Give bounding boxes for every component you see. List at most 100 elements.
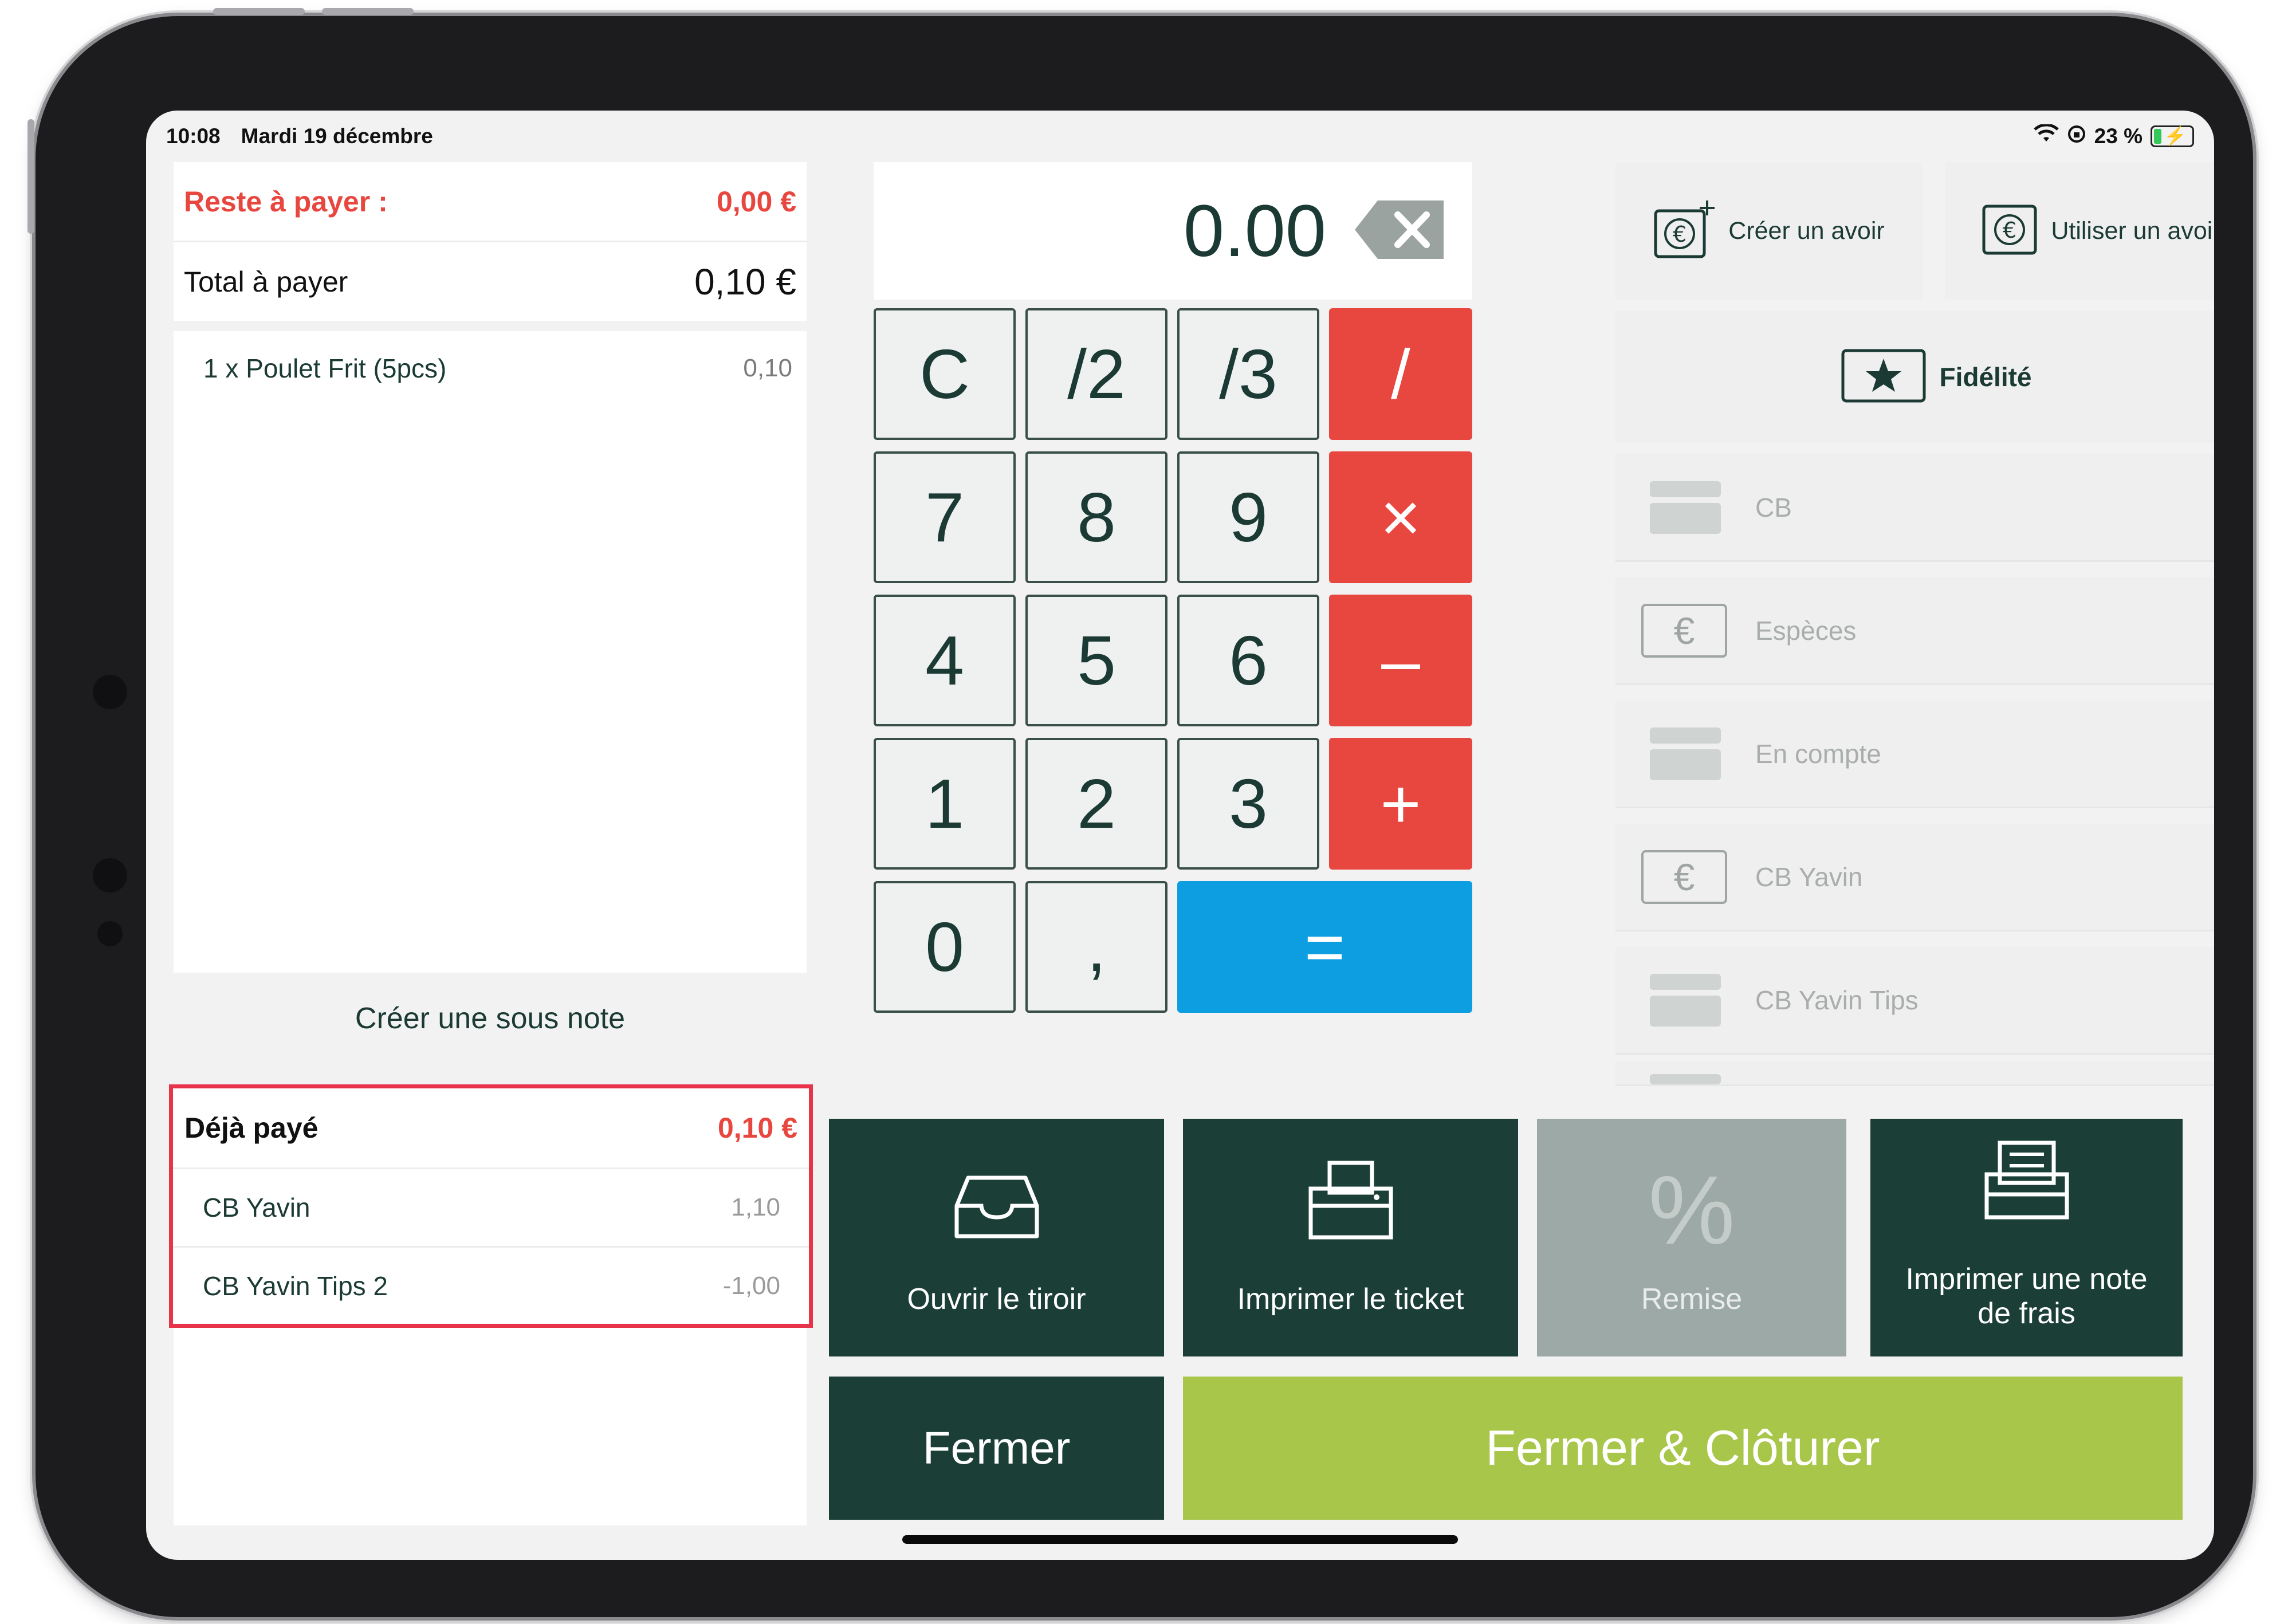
payment-method-label: CB Yavin [1755,862,1863,892]
key-3[interactable]: 3 [1177,738,1319,870]
payment-method-cb-yavin[interactable]: € CB Yavin [1615,824,2214,931]
card-icon [1650,1061,1721,1084]
battery-percent: 23 % [2094,124,2143,148]
paid-item-label: CB Yavin Tips 2 [203,1271,388,1301]
print-ticket-label: Imprimer le ticket [1237,1283,1464,1316]
svg-text:€: € [1673,222,1687,247]
already-paid-header: Déjà payé 0,10 € [173,1088,809,1169]
order-line[interactable]: 1 x Poulet Frit (5pcs) 0,10 [174,331,807,406]
expense-note-label-line1: Imprimer une note [1905,1263,2148,1296]
tablet-frame: 10:08 Mardi 19 décembre 23 % ⚡ Reste à p… [27,8,2253,1617]
paid-item-amount: -1,00 [722,1272,780,1300]
close-label: Fermer [922,1422,1071,1473]
close-and-finalize-button[interactable]: Fermer & Clôturer [1183,1377,2183,1520]
discount-button[interactable]: % Remise [1537,1119,1846,1356]
payment-method-cb[interactable]: CB [1615,454,2214,562]
credit-plus-icon: € [1653,198,1716,264]
key-4[interactable]: 4 [874,595,1016,726]
use-credit-button[interactable]: € Utiliser un avoir [1945,162,2214,300]
key-comma[interactable]: , [1025,881,1167,1013]
volume-button [322,8,414,15]
print-ticket-button[interactable]: Imprimer le ticket [1183,1119,1518,1356]
paid-item-label: CB Yavin [203,1193,310,1222]
create-credit-label: Créer un avoir [1728,217,1885,245]
total-row: Total à payer 0,10 € [174,242,807,331]
status-time: 10:08 [166,124,221,148]
wifi-icon [2033,123,2059,149]
paid-item[interactable]: CB Yavin Tips 2 -1,00 [173,1248,809,1324]
close-and-finalize-label: Fermer & Clôturer [1485,1420,1880,1476]
battery-icon: ⚡ [2151,125,2194,147]
left-footer-area [174,1328,807,1525]
card-icon [1650,481,1721,534]
key-6[interactable]: 6 [1177,595,1319,726]
power-button [27,119,34,234]
key-5[interactable]: 5 [1025,595,1167,726]
status-bar: 10:08 Mardi 19 décembre 23 % ⚡ [166,116,2194,156]
key-7[interactable]: 7 [874,451,1016,583]
paid-item[interactable]: CB Yavin 1,10 [173,1169,809,1248]
amount-display: 0.00 [874,162,1472,300]
key-2[interactable]: 2 [1025,738,1167,870]
credit-icon: € [1981,203,2038,259]
order-panel: Reste à payer : 0,00 € Total à payer 0,1… [174,162,807,973]
total-value: 0,10 € [694,261,796,302]
home-indicator[interactable] [902,1535,1458,1544]
create-sub-note-button[interactable]: Créer une sous note [174,973,807,1064]
star-icon [1841,348,1927,406]
key-divide-by-2[interactable]: /2 [1025,308,1167,440]
remaining-value: 0,00 € [716,185,796,218]
svg-text:€: € [2003,218,2016,243]
already-paid-value: 0,10 € [717,1112,797,1144]
key-multiply[interactable]: × [1329,451,1472,583]
expense-note-label-line2: de frais [1978,1297,2075,1330]
backspace-icon[interactable] [1355,200,1444,262]
status-date: Mardi 19 décembre [241,124,433,148]
open-drawer-label: Ouvrir le tiroir [907,1283,1086,1316]
key-9[interactable]: 9 [1177,451,1319,583]
receipt-printer-icon [1984,1140,2070,1262]
order-line-label: 1 x Poulet Frit (5pcs) [203,353,447,383]
payment-method-partial[interactable] [1615,1061,2214,1086]
use-credit-label: Utiliser un avoir [2051,217,2214,245]
card-icon [1650,727,1721,780]
payment-method-label: En compte [1755,738,1881,769]
camera-dot [93,675,127,709]
order-line-amount: 0,10 [743,354,792,382]
rotation-lock-icon [2067,124,2086,149]
key-0[interactable]: 0 [874,881,1016,1013]
key-divide[interactable]: / [1329,308,1472,440]
payment-method-cash[interactable]: € Espèces [1615,577,2214,685]
screen: 10:08 Mardi 19 décembre 23 % ⚡ Reste à p… [146,111,2214,1560]
total-label: Total à payer [184,265,348,298]
camera-dot [93,858,127,892]
key-plus[interactable]: + [1329,738,1472,870]
create-sub-note-label: Créer une sous note [355,1002,626,1035]
amount-value: 0.00 [1183,190,1326,272]
key-minus[interactable]: – [1329,595,1472,726]
drawer-icon [954,1174,1040,1282]
close-button[interactable]: Fermer [829,1377,1164,1520]
euro-note-icon: € [1641,850,1727,904]
payment-method-account[interactable]: En compte [1615,701,2214,808]
create-credit-button[interactable]: € Créer un avoir [1615,162,1922,300]
euro-note-icon: € [1641,603,1727,658]
key-equals[interactable]: = [1177,881,1472,1013]
paid-item-amount: 1,10 [731,1193,780,1221]
key-8[interactable]: 8 [1025,451,1167,583]
discount-label: Remise [1641,1283,1743,1316]
loyalty-button[interactable]: Fidélité [1615,311,2214,443]
already-paid-label: Déjà payé [184,1112,319,1144]
key-clear[interactable]: C [874,308,1016,440]
payment-method-cb-yavin-tips[interactable]: CB Yavin Tips [1615,947,2214,1055]
percent-icon: % [1648,1156,1735,1265]
open-drawer-button[interactable]: Ouvrir le tiroir [829,1119,1164,1356]
key-divide-by-3[interactable]: /3 [1177,308,1319,440]
print-expense-note-button[interactable]: Imprimer une note de frais [1870,1119,2183,1356]
volume-button [213,8,305,15]
already-paid-section: Déjà payé 0,10 € CB Yavin 1,10 CB Yavin … [169,1084,813,1328]
payment-method-label: Espèces [1755,615,1857,646]
remaining-label: Reste à payer : [184,185,388,218]
printer-icon [1308,1160,1394,1282]
key-1[interactable]: 1 [874,738,1016,870]
